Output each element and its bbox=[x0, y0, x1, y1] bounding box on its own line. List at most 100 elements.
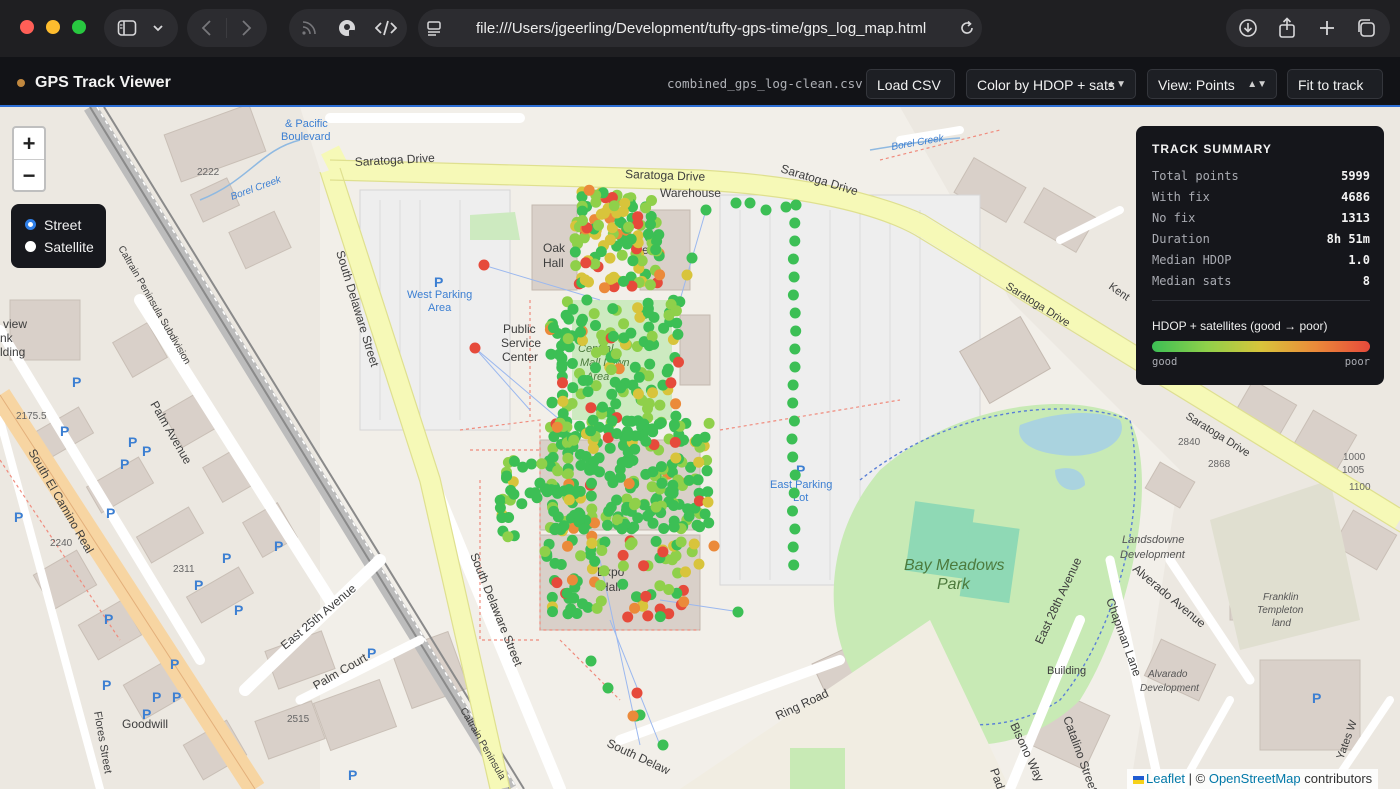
gps-point[interactable] bbox=[562, 333, 574, 345]
gps-point[interactable] bbox=[577, 598, 588, 610]
gps-point[interactable] bbox=[603, 505, 615, 517]
radio-street[interactable] bbox=[25, 219, 36, 230]
download-icon[interactable] bbox=[1238, 18, 1258, 38]
gps-point[interactable] bbox=[647, 426, 659, 438]
gps-point[interactable] bbox=[575, 326, 586, 338]
gps-point[interactable] bbox=[642, 510, 654, 522]
load-csv-button[interactable]: Load CSV bbox=[866, 69, 955, 99]
gps-point[interactable] bbox=[596, 545, 608, 556]
rss-icon[interactable] bbox=[301, 20, 317, 36]
gps-point[interactable] bbox=[744, 197, 756, 209]
gps-point[interactable] bbox=[602, 682, 614, 694]
gps-point[interactable] bbox=[595, 208, 607, 220]
gps-point[interactable] bbox=[683, 510, 695, 522]
gps-point[interactable] bbox=[693, 456, 705, 468]
gps-point[interactable] bbox=[787, 253, 799, 265]
gps-point[interactable] bbox=[638, 560, 650, 572]
sidebar-icon[interactable] bbox=[117, 18, 137, 38]
forward-icon[interactable] bbox=[239, 19, 253, 37]
gps-point[interactable] bbox=[577, 215, 588, 226]
gps-point[interactable] bbox=[604, 252, 616, 264]
gps-point[interactable] bbox=[614, 471, 626, 483]
zoom-window-button[interactable] bbox=[72, 20, 86, 34]
gps-point[interactable] bbox=[536, 458, 548, 470]
address-bar[interactable]: file:///Users/jgeerling/Development/tuft… bbox=[418, 9, 982, 47]
gps-point[interactable] bbox=[654, 611, 666, 623]
gps-point[interactable] bbox=[789, 361, 801, 373]
gps-point[interactable] bbox=[616, 457, 628, 468]
gps-point[interactable] bbox=[654, 580, 666, 592]
gps-point[interactable] bbox=[661, 366, 673, 378]
gps-point[interactable] bbox=[787, 451, 799, 463]
gps-point[interactable] bbox=[640, 590, 652, 602]
gps-point[interactable] bbox=[640, 435, 652, 447]
gps-point[interactable] bbox=[617, 578, 629, 590]
gps-point[interactable] bbox=[583, 276, 594, 288]
gps-point[interactable] bbox=[788, 415, 800, 427]
gps-point[interactable] bbox=[644, 279, 656, 291]
leaflet-link[interactable]: Leaflet bbox=[1146, 771, 1185, 786]
tabs-icon[interactable] bbox=[1356, 18, 1376, 38]
gps-point[interactable] bbox=[546, 591, 558, 603]
gps-point[interactable] bbox=[551, 421, 563, 433]
gps-point[interactable] bbox=[586, 537, 598, 549]
gps-point[interactable] bbox=[693, 558, 705, 570]
gps-point[interactable] bbox=[575, 459, 587, 471]
gps-point[interactable] bbox=[623, 221, 635, 233]
new-tab-icon[interactable] bbox=[1318, 19, 1336, 37]
gps-point[interactable] bbox=[627, 710, 639, 722]
gps-point[interactable] bbox=[665, 377, 677, 389]
gps-point[interactable] bbox=[789, 469, 801, 481]
gps-point[interactable] bbox=[590, 196, 602, 208]
gps-point[interactable] bbox=[595, 595, 607, 607]
gps-point[interactable] bbox=[789, 343, 801, 355]
gps-point[interactable] bbox=[578, 523, 590, 535]
gps-point[interactable] bbox=[501, 470, 513, 482]
gps-point[interactable] bbox=[646, 195, 657, 206]
gps-point[interactable] bbox=[548, 505, 560, 517]
gps-point[interactable] bbox=[496, 512, 508, 524]
gps-point[interactable] bbox=[576, 205, 588, 217]
gps-point[interactable] bbox=[657, 739, 669, 751]
gps-point[interactable] bbox=[632, 388, 644, 400]
gps-point[interactable] bbox=[597, 401, 608, 413]
gps-point[interactable] bbox=[658, 523, 670, 534]
gps-point[interactable] bbox=[595, 579, 606, 591]
back-icon[interactable] bbox=[200, 19, 214, 37]
gps-point[interactable] bbox=[786, 433, 798, 445]
gps-point[interactable] bbox=[760, 204, 772, 216]
gps-point[interactable] bbox=[629, 443, 641, 455]
gps-point[interactable] bbox=[607, 330, 619, 342]
gps-point[interactable] bbox=[610, 348, 622, 360]
gps-point[interactable] bbox=[606, 388, 618, 400]
gps-point[interactable] bbox=[566, 574, 578, 586]
gps-point[interactable] bbox=[789, 235, 801, 247]
share-icon[interactable] bbox=[1278, 17, 1296, 39]
gps-point[interactable] bbox=[675, 536, 687, 548]
osm-link[interactable]: OpenStreetMap bbox=[1209, 771, 1301, 786]
gps-point[interactable] bbox=[593, 219, 604, 231]
gps-point[interactable] bbox=[640, 468, 652, 480]
gps-point[interactable] bbox=[654, 399, 666, 411]
gps-point[interactable] bbox=[650, 501, 662, 513]
privacy-icon[interactable] bbox=[337, 18, 357, 38]
gps-point[interactable] bbox=[560, 309, 572, 321]
gps-point[interactable] bbox=[647, 387, 658, 399]
minimize-window-button[interactable] bbox=[46, 20, 60, 34]
gps-point[interactable] bbox=[550, 522, 562, 534]
gps-point[interactable] bbox=[611, 494, 623, 506]
gps-point[interactable] bbox=[585, 655, 597, 667]
gps-point[interactable] bbox=[780, 201, 792, 213]
gps-point[interactable] bbox=[732, 606, 744, 618]
gps-point[interactable] bbox=[678, 596, 690, 608]
gps-point[interactable] bbox=[568, 434, 580, 446]
gps-point[interactable] bbox=[562, 468, 574, 480]
gps-point[interactable] bbox=[546, 397, 558, 409]
gps-point[interactable] bbox=[552, 465, 564, 477]
gps-point[interactable] bbox=[569, 233, 581, 245]
gps-point[interactable] bbox=[571, 608, 583, 619]
gps-point[interactable] bbox=[654, 269, 666, 281]
gps-point[interactable] bbox=[590, 347, 602, 358]
gps-point[interactable] bbox=[787, 397, 799, 409]
gps-point[interactable] bbox=[622, 611, 634, 623]
